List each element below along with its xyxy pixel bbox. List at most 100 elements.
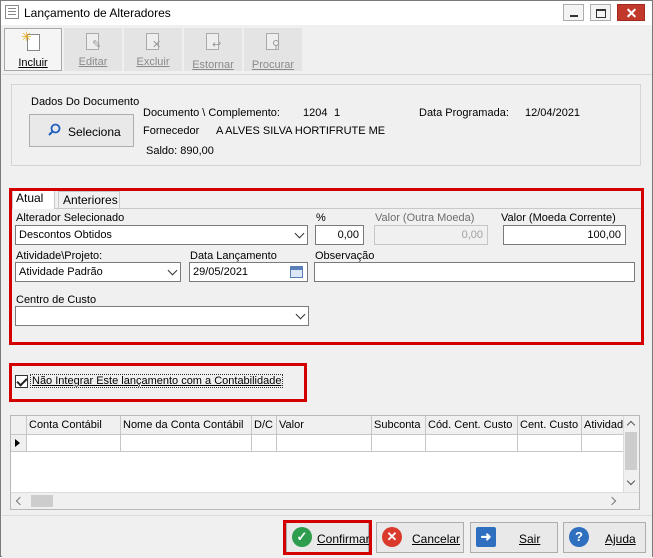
app-icon [5, 5, 19, 19]
delete-document-icon: ✕ [144, 32, 162, 52]
data-lancamento-label: Data Lançamento [190, 250, 277, 262]
saldo-value: Saldo: 890,00 [146, 145, 214, 157]
ajuda-label: Ajuda [605, 532, 636, 546]
calendar-icon[interactable] [290, 266, 303, 278]
table-row[interactable] [11, 435, 625, 452]
scroll-left-icon[interactable] [15, 496, 25, 506]
centro-custo-label: Centro de Custo [16, 294, 97, 306]
maximize-button[interactable] [590, 4, 611, 21]
percent-label: % [316, 212, 326, 224]
table-cell[interactable] [518, 435, 582, 451]
fornecedor-label: Fornecedor [143, 125, 200, 137]
valor-moeda-corrente-value: 100,00 [587, 229, 621, 241]
observacao-field[interactable] [314, 262, 635, 282]
cancelar-button[interactable]: ✕ Cancelar [376, 522, 464, 553]
search-document-icon: ⚲ [264, 32, 282, 52]
documento-number: 1204 [303, 107, 328, 119]
chevron-down-icon [167, 265, 178, 276]
grid-header-indicator [11, 416, 27, 434]
vertical-scrollbar[interactable] [623, 416, 639, 492]
excluir-label: Excluir [136, 56, 170, 68]
minimize-button[interactable] [563, 4, 584, 21]
horizontal-scroll-thumb[interactable] [31, 495, 53, 507]
scroll-down-icon[interactable] [626, 476, 636, 486]
nao-integrar-checkbox[interactable] [15, 375, 28, 388]
percent-value: 0,00 [337, 229, 359, 241]
table-cell[interactable] [582, 435, 625, 451]
edit-document-icon: ✎ [84, 32, 102, 52]
seleciona-button[interactable]: Seleciona [29, 114, 134, 147]
grid-header: Conta Contábil Nome da Conta Contábil D/… [11, 416, 625, 435]
row-indicator [11, 435, 27, 451]
col-nome-conta[interactable]: Nome da Conta Contábil [121, 416, 252, 434]
search-icon [48, 123, 61, 136]
estornar-label: Estornar [192, 59, 234, 71]
horizontal-scrollbar[interactable] [11, 492, 639, 509]
procurar-label: Procurar [251, 59, 295, 71]
col-conta-contabil[interactable]: Conta Contábil [27, 416, 121, 434]
document-section-title: Dados Do Documento [31, 96, 140, 108]
valor-outra-moeda-field[interactable]: 0,00 [374, 225, 488, 245]
cancelar-label: Cancelar [412, 532, 461, 546]
scroll-up-icon[interactable] [626, 420, 636, 430]
cancel-icon: ✕ [382, 527, 402, 547]
editar-label: Editar [78, 56, 108, 68]
col-cod-cent-custo[interactable]: Cód. Cent. Custo [426, 416, 518, 434]
highlight-frame-confirmar [283, 520, 372, 555]
incluir-button[interactable]: ✳ Incluir [4, 28, 62, 71]
close-button[interactable] [617, 4, 645, 21]
data-programada-value: 12/04/2021 [525, 107, 581, 119]
valor-outra-moeda-label: Valor (Outra Moeda) [375, 212, 475, 224]
procurar-button[interactable]: ⚲ Procurar [244, 28, 302, 71]
table-cell[interactable] [372, 435, 426, 451]
seleciona-label: Seleciona [68, 125, 121, 139]
table-cell[interactable] [277, 435, 372, 451]
incluir-label: Incluir [18, 57, 48, 69]
col-valor[interactable]: Valor [277, 416, 372, 434]
data-lancamento-value: 29/05/2021 [193, 266, 249, 278]
col-atividade[interactable]: Atividad [582, 416, 625, 434]
estornar-button[interactable]: ↩ Estornar [184, 28, 242, 71]
table-cell[interactable] [426, 435, 518, 451]
table-cell[interactable] [252, 435, 277, 451]
vertical-scroll-thumb[interactable] [625, 432, 637, 470]
accounting-grid[interactable]: Conta Contábil Nome da Conta Contábil D/… [10, 415, 640, 510]
alterador-label: Alterador Selecionado [16, 212, 125, 224]
atividade-value: Atividade Padrão [19, 266, 103, 278]
new-document-icon: ✳ [21, 30, 43, 53]
percent-field[interactable]: 0,00 [315, 225, 364, 245]
data-programada-label: Data Programada: [419, 107, 509, 119]
valor-moeda-corrente-field[interactable]: 100,00 [503, 225, 626, 245]
chevron-down-icon [294, 228, 305, 239]
col-cent-custo[interactable]: Cent. Custo [518, 416, 582, 434]
valor-moeda-corrente-label: Valor (Moeda Corrente) [501, 212, 616, 224]
editar-button[interactable]: ✎ Editar [64, 28, 122, 71]
window-title: Lançamento de Alteradores [24, 6, 171, 20]
fornecedor-value: A ALVES SILVA HORTIFRUTE ME [216, 125, 386, 137]
chevron-down-icon [295, 309, 306, 320]
alterador-select[interactable]: Descontos Obtidos [15, 225, 308, 245]
toolbar: ✳ Incluir ✎ Editar ✕ Excluir ↩ Estornar … [2, 26, 652, 75]
data-lancamento-field[interactable]: 29/05/2021 [189, 262, 308, 282]
atividade-label: Atividade\Projeto: [16, 250, 103, 262]
documento-complement: 1 [334, 107, 341, 119]
col-subconta[interactable]: Subconta [372, 416, 426, 434]
alterador-value: Descontos Obtidos [19, 229, 112, 241]
sair-label: Sair [519, 532, 541, 546]
table-cell[interactable] [27, 435, 121, 451]
exit-icon: ➜ [476, 527, 496, 547]
row-pointer-icon [15, 439, 20, 447]
sair-button[interactable]: ➜ Sair [470, 522, 558, 553]
atividade-select[interactable]: Atividade Padrão [15, 262, 181, 282]
reverse-document-icon: ↩ [204, 32, 222, 52]
nao-integrar-label[interactable]: Não Integrar Este lançamento com a Conta… [30, 374, 284, 388]
excluir-button[interactable]: ✕ Excluir [124, 28, 182, 71]
help-icon: ? [569, 527, 589, 547]
ajuda-button[interactable]: ? Ajuda [563, 522, 646, 553]
scroll-right-icon[interactable] [607, 496, 617, 506]
valor-outra-moeda-value: 0,00 [461, 229, 483, 241]
window: Lançamento de Alteradores ✳ Incluir ✎ Ed… [0, 0, 653, 558]
table-cell[interactable] [121, 435, 252, 451]
col-dc[interactable]: D/C [252, 416, 277, 434]
centro-custo-select[interactable] [15, 306, 309, 326]
